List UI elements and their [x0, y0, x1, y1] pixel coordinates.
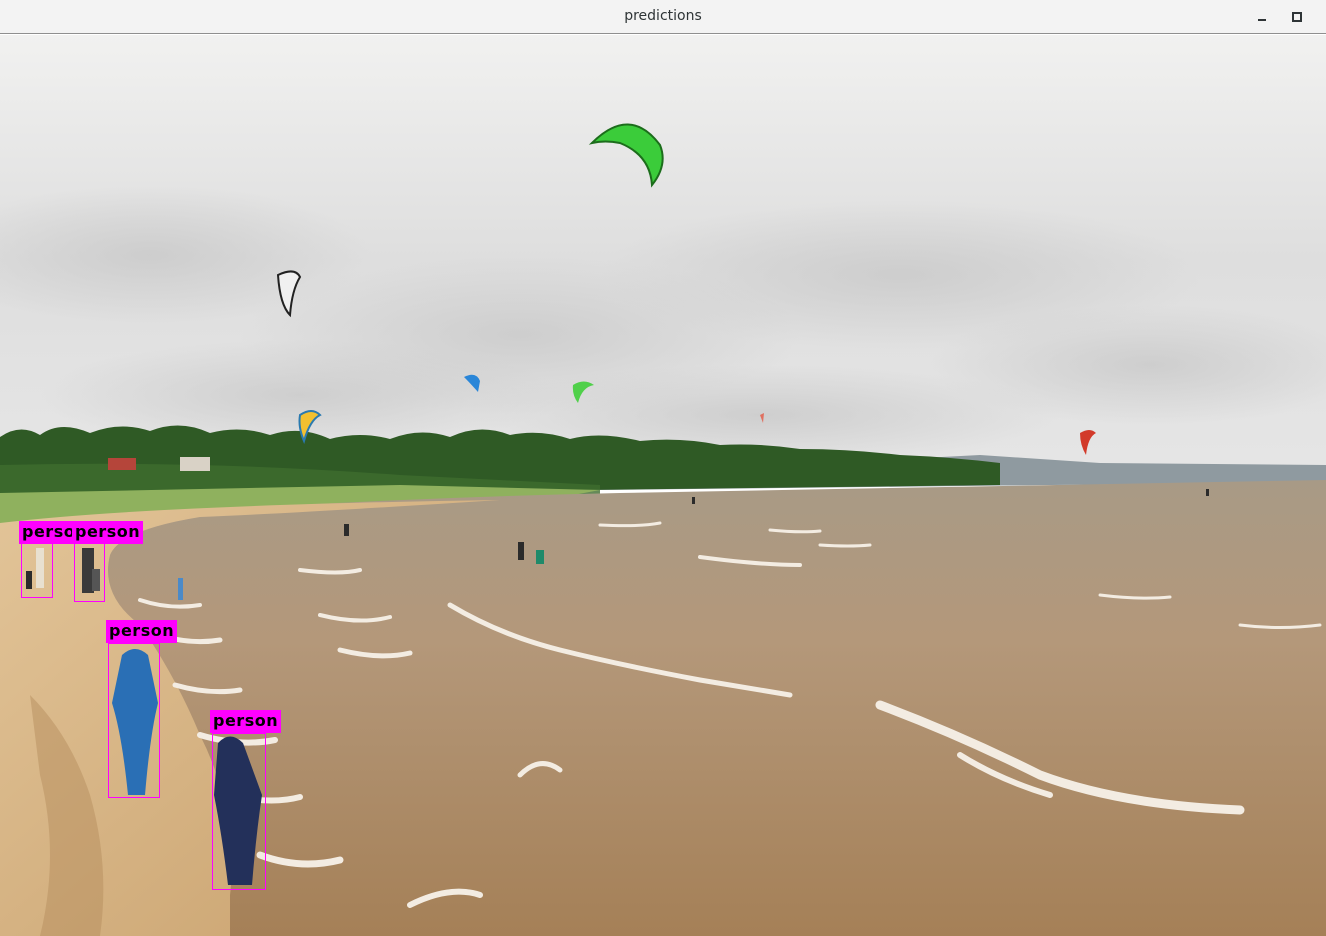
title-bar[interactable]: predictions: [0, 0, 1326, 34]
detection-box: [21, 543, 53, 598]
app-window: predictions person person person person: [0, 0, 1326, 936]
detection-box: [108, 643, 160, 798]
detection-box: [212, 733, 266, 890]
house-red: [108, 458, 136, 470]
beach-kite-scene: [0, 35, 1326, 936]
maximize-button[interactable]: [1287, 8, 1305, 26]
minimize-icon: [1258, 19, 1266, 21]
detection-label: person: [72, 521, 144, 544]
prediction-image: person person person person: [0, 35, 1326, 936]
detection-label: person: [106, 620, 178, 643]
house-white: [180, 457, 210, 471]
minimize-button[interactable]: [1253, 8, 1271, 26]
detection-box: [74, 543, 105, 602]
detection-label: person: [210, 710, 282, 733]
maximize-icon: [1292, 12, 1302, 22]
window-title: predictions: [624, 8, 702, 24]
